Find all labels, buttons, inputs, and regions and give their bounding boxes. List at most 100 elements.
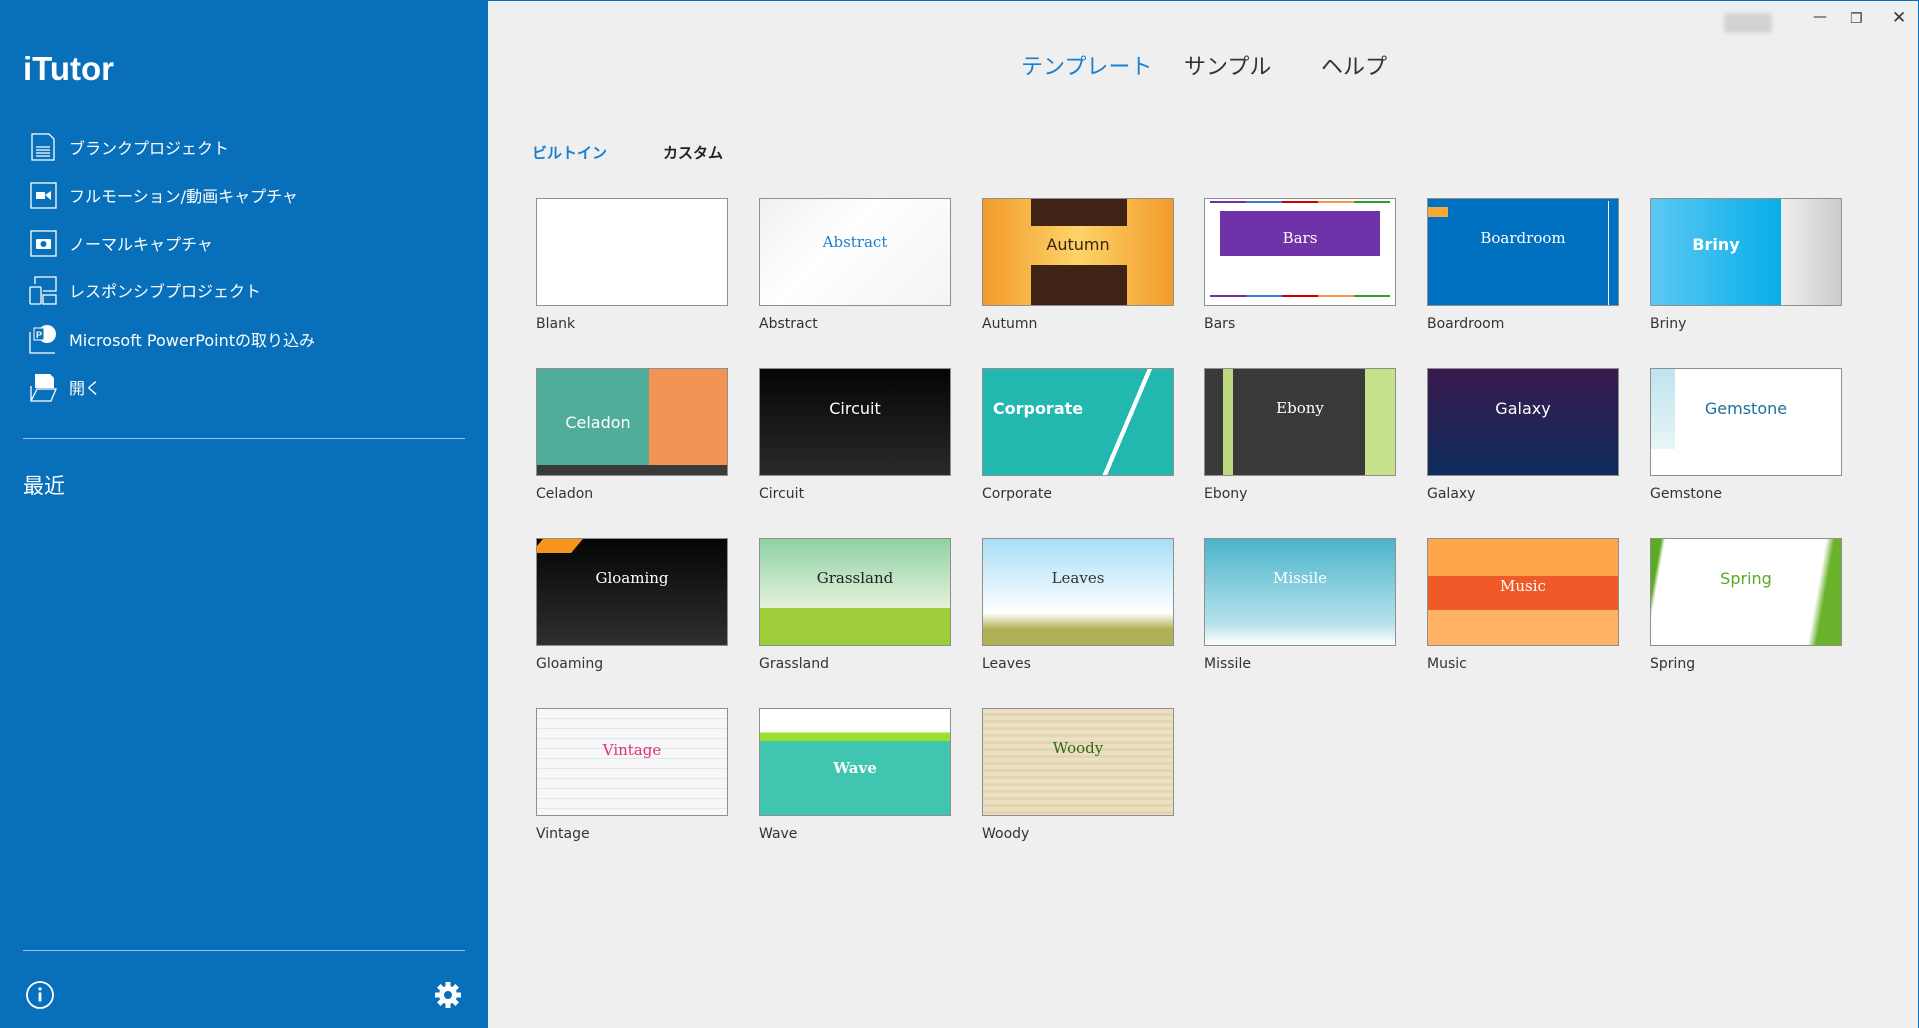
- template-name: Leaves: [982, 656, 1031, 672]
- template-thumbnail[interactable]: Grassland: [759, 538, 951, 646]
- sidebar-item-normal-capture[interactable]: ノーマルキャプチャ: [29, 227, 213, 259]
- template-name: Circuit: [759, 486, 805, 502]
- template-preview-title: Ebony: [1276, 399, 1324, 417]
- template-thumbnail[interactable]: Vintage: [536, 708, 728, 816]
- template-thumbnail[interactable]: Bars: [1204, 198, 1396, 306]
- thumbnail-decoration: [1428, 207, 1448, 217]
- template-name: Blank: [536, 316, 576, 332]
- responsive-devices-icon: [29, 276, 57, 305]
- template-ebony[interactable]: Ebony Ebony: [1204, 368, 1396, 502]
- template-circuit[interactable]: Circuit Circuit: [759, 368, 951, 502]
- info-icon[interactable]: [25, 980, 55, 1010]
- template-preview-title: Woody: [1052, 739, 1104, 757]
- template-gloaming[interactable]: Gloaming Gloaming: [536, 538, 728, 672]
- gear-icon[interactable]: [433, 980, 463, 1010]
- template-boardroom[interactable]: Boardroom Boardroom: [1427, 198, 1619, 332]
- video-camera-icon: [30, 182, 57, 209]
- sidebar-item-open[interactable]: 開く: [29, 371, 101, 403]
- subtab-custom[interactable]: カスタム: [663, 142, 723, 163]
- close-button[interactable]: ✕: [1892, 8, 1906, 28]
- sidebar-item-label: ブランクプロジェクト: [69, 139, 230, 158]
- template-thumbnail[interactable]: Abstract: [759, 198, 951, 306]
- template-thumbnail[interactable]: Boardroom: [1427, 198, 1619, 306]
- template-preview-title: Bars: [1282, 229, 1318, 247]
- subtab-builtin[interactable]: ビルトイン: [532, 142, 607, 163]
- sidebar-item-blank-project[interactable]: ブランクプロジェクト: [29, 131, 229, 163]
- template-thumbnail[interactable]: Spring: [1650, 538, 1842, 646]
- template-thumbnail[interactable]: Leaves: [982, 538, 1174, 646]
- sidebar-item-video-capture[interactable]: フルモーション/動画キャプチャ: [29, 179, 298, 211]
- template-music[interactable]: Music Music: [1427, 538, 1619, 672]
- template-thumbnail[interactable]: Briny: [1650, 198, 1842, 306]
- sidebar-item-import-powerpoint[interactable]: P Microsoft PowerPointの取り込み: [29, 323, 315, 355]
- template-woody[interactable]: Woody Woody: [982, 708, 1174, 842]
- template-vintage[interactable]: Vintage Vintage: [536, 708, 728, 842]
- template-corporate[interactable]: Corporate Corporate: [982, 368, 1174, 502]
- sidebar-item-responsive-project[interactable]: レスポンシブプロジェクト: [29, 274, 261, 306]
- template-blank[interactable]: Blank: [536, 198, 728, 332]
- thumbnail-decoration: [537, 539, 583, 553]
- template-grassland[interactable]: Grassland Grassland: [759, 538, 951, 672]
- thumbnail-decoration: [537, 465, 727, 475]
- template-preview-title: Gloaming: [595, 569, 669, 587]
- template-thumbnail[interactable]: [536, 198, 728, 306]
- template-thumbnail[interactable]: Gloaming: [536, 538, 728, 646]
- thumbnail-decoration: [1608, 201, 1609, 305]
- template-thumbnail[interactable]: Gemstone: [1650, 368, 1842, 476]
- template-thumbnail[interactable]: Celadon: [536, 368, 728, 476]
- tab-samples[interactable]: サンプル: [1184, 49, 1271, 81]
- template-leaves[interactable]: Leaves Leaves: [982, 538, 1174, 672]
- template-name: Galaxy: [1427, 486, 1476, 502]
- template-missile[interactable]: Missile Missile: [1204, 538, 1396, 672]
- template-preview-title: Abstract: [822, 233, 888, 251]
- sidebar-item-label: ノーマルキャプチャ: [69, 235, 213, 254]
- powerpoint-icon: P: [29, 325, 56, 354]
- template-name: Autumn: [982, 316, 1038, 332]
- thumbnail-decoration: [1031, 265, 1127, 305]
- template-gemstone[interactable]: Gemstone Gemstone: [1650, 368, 1842, 502]
- template-bars[interactable]: Bars Bars: [1204, 198, 1396, 332]
- template-preview-title: Briny: [1692, 234, 1740, 254]
- app-logo: iTutor: [23, 50, 115, 87]
- sidebar-divider: [23, 438, 465, 439]
- sidebar-item-label: フルモーション/動画キャプチャ: [69, 187, 298, 206]
- sidebar-item-label: Microsoft PowerPointの取り込み: [69, 331, 316, 350]
- restore-button[interactable]: ❐: [1850, 11, 1863, 27]
- template-name: Gemstone: [1650, 486, 1722, 502]
- template-celadon[interactable]: Celadon Celadon: [536, 368, 728, 502]
- template-name: Woody: [982, 826, 1030, 842]
- template-thumbnail[interactable]: Ebony: [1204, 368, 1396, 476]
- template-name: Music: [1427, 656, 1467, 672]
- template-name: Celadon: [536, 486, 594, 502]
- template-thumbnail[interactable]: Corporate: [982, 368, 1174, 476]
- template-name: Bars: [1204, 316, 1236, 332]
- template-preview-title: Autumn: [1046, 234, 1110, 254]
- template-preview-title: Celadon: [565, 412, 631, 432]
- template-thumbnail[interactable]: Galaxy: [1427, 368, 1619, 476]
- template-name: Briny: [1650, 316, 1687, 332]
- user-account-blurred: [1724, 13, 1772, 33]
- template-thumbnail[interactable]: Autumn: [982, 198, 1174, 306]
- template-spring[interactable]: Spring Spring: [1650, 538, 1842, 672]
- thumbnail-decoration: [1031, 199, 1127, 226]
- template-wave[interactable]: Wave Wave: [759, 708, 951, 842]
- minimize-button[interactable]: —: [1813, 9, 1827, 25]
- template-name: Spring: [1650, 656, 1696, 672]
- document-icon: [31, 133, 55, 161]
- template-thumbnail[interactable]: Missile: [1204, 538, 1396, 646]
- template-abstract[interactable]: Abstract Abstract: [759, 198, 951, 332]
- template-galaxy[interactable]: Galaxy Galaxy: [1427, 368, 1619, 502]
- template-briny[interactable]: Briny Briny: [1650, 198, 1842, 332]
- tab-templates[interactable]: テンプレート: [1021, 49, 1152, 81]
- template-name: Wave: [759, 826, 798, 842]
- camera-icon: [30, 230, 57, 257]
- template-preview-title: Music: [1500, 577, 1546, 595]
- template-autumn[interactable]: Autumn Autumn: [982, 198, 1174, 332]
- template-thumbnail[interactable]: Wave: [759, 708, 951, 816]
- thumbnail-decoration: [1210, 295, 1390, 297]
- template-thumbnail[interactable]: Woody: [982, 708, 1174, 816]
- template-thumbnail[interactable]: Circuit: [759, 368, 951, 476]
- template-preview-title: Boardroom: [1480, 229, 1566, 247]
- template-thumbnail[interactable]: Music: [1427, 538, 1619, 646]
- tab-help[interactable]: ヘルプ: [1321, 49, 1387, 81]
